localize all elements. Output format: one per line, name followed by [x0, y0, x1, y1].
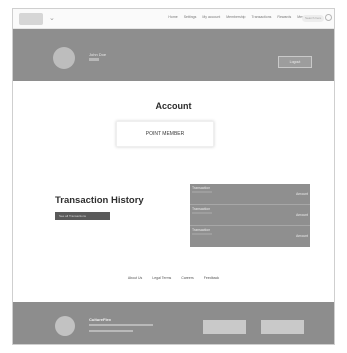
- footer-link-about[interactable]: About Us: [128, 276, 142, 280]
- transaction-subtext-placeholder: [192, 212, 212, 214]
- footer: CultureFlex: [13, 302, 334, 344]
- footer-tile[interactable]: [261, 320, 304, 334]
- brand-logo: [55, 316, 75, 336]
- search-input[interactable]: Search here: [302, 15, 324, 22]
- transaction-row[interactable]: Transaction Amount: [190, 226, 310, 247]
- nav-link-membership[interactable]: Membership: [226, 15, 245, 19]
- transaction-amount: Amount: [295, 213, 308, 217]
- transaction-amount: Amount: [295, 192, 308, 196]
- footer-link-careers[interactable]: Careers: [181, 276, 193, 280]
- nav-link-home[interactable]: Home: [168, 15, 177, 19]
- user-subtitle-placeholder: [89, 58, 99, 61]
- see-all-transactions-button[interactable]: See all Transactions: [55, 212, 110, 220]
- transaction-row[interactable]: Transaction Amount: [190, 205, 310, 226]
- transaction-subtext-placeholder: [192, 233, 212, 235]
- footer-tile[interactable]: [203, 320, 246, 334]
- transaction-subtext-placeholder: [192, 191, 212, 193]
- avatar[interactable]: [53, 47, 75, 69]
- logout-button[interactable]: Logout: [278, 56, 312, 68]
- nav-link-my-account[interactable]: My account: [202, 15, 220, 19]
- nav-links: Home Settings My account Membership Tran…: [168, 15, 306, 19]
- transaction-amount: Amount: [295, 234, 308, 238]
- footer-link-legal[interactable]: Legal Terms: [152, 276, 171, 280]
- top-navigation: ⌄ Home Settings My account Membership Tr…: [13, 9, 334, 29]
- brand-name: CultureFlex: [89, 317, 112, 322]
- footer-link-feedback[interactable]: Feedback: [204, 276, 219, 280]
- settings-icon[interactable]: [325, 14, 332, 21]
- transaction-label: Transaction: [192, 207, 211, 211]
- transaction-row[interactable]: Transaction Amount: [190, 184, 310, 205]
- brand-text-line: [89, 324, 153, 326]
- nav-link-rewards[interactable]: Rewards: [277, 15, 291, 19]
- membership-card[interactable]: POINT MEMBER: [116, 121, 214, 147]
- transaction-label: Transaction: [192, 228, 211, 232]
- nav-link-transactions[interactable]: Transactions: [252, 15, 272, 19]
- app-frame: ⌄ Home Settings My account Membership Tr…: [12, 8, 335, 345]
- transaction-history-title: Transaction History: [55, 195, 144, 206]
- logo[interactable]: [19, 13, 43, 25]
- footer-links: About Us Legal Terms Careers Feedback: [13, 276, 334, 280]
- account-title: Account: [155, 101, 192, 111]
- brand-text-line: [89, 330, 133, 332]
- transaction-label: Transaction: [192, 186, 211, 190]
- transactions-panel: Transaction Amount Transaction Amount Tr…: [190, 184, 310, 247]
- nav-link-settings[interactable]: Settings: [184, 15, 197, 19]
- chevron-down-icon[interactable]: ⌄: [49, 14, 55, 22]
- profile-header: John Doe Logout: [13, 29, 334, 81]
- user-name: John Doe: [89, 52, 107, 57]
